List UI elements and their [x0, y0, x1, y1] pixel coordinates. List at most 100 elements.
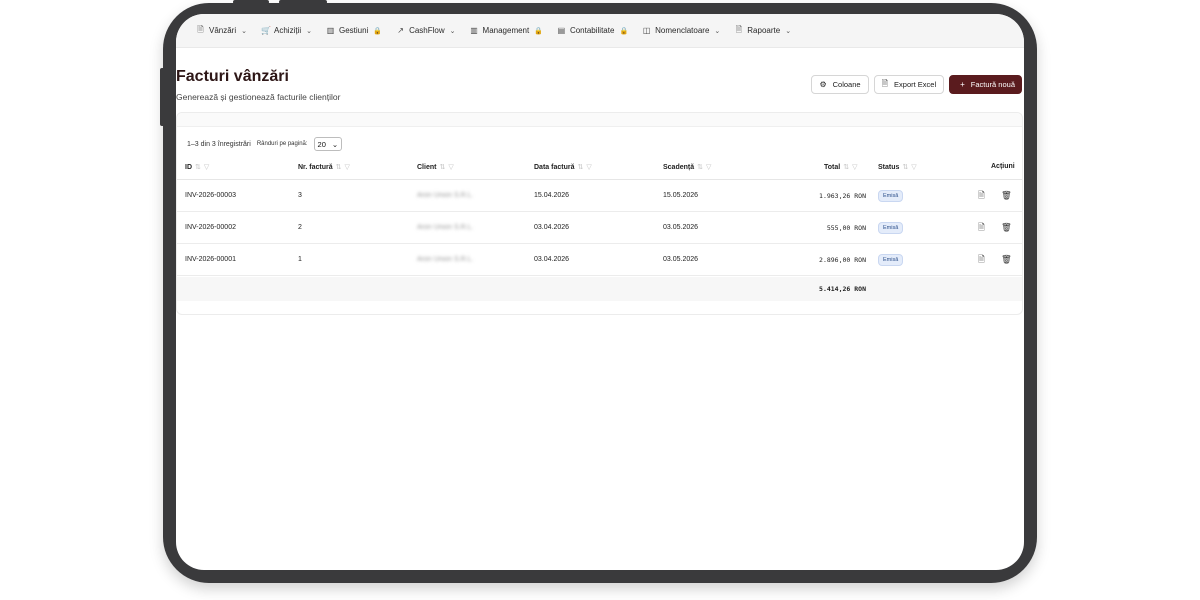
- cell-due: 15.05.2026: [663, 192, 699, 199]
- doc-icon: 🗎: [197, 24, 204, 34]
- document-icon[interactable]: 🗎: [978, 190, 985, 204]
- cart-icon: 🛒: [261, 26, 271, 35]
- nav-label: Management: [482, 26, 530, 35]
- export-label: Export Excel: [894, 80, 937, 89]
- filter-icon[interactable]: ▽: [448, 163, 453, 171]
- header-due[interactable]: Scadență ⇅ ▽: [663, 163, 711, 172]
- nav-item-management[interactable]: ▥ Management 🔒: [470, 26, 543, 35]
- records-count: 1–3 din 3 înregistrări: [187, 140, 251, 148]
- header-label: Client: [417, 163, 437, 171]
- device-button: [279, 0, 327, 4]
- chevron-down-icon: ⌄: [449, 27, 456, 35]
- cell-total: 555,00 RON: [826, 224, 866, 232]
- filter-icon[interactable]: ▽: [852, 163, 857, 171]
- cell-date: 03.04.2026: [534, 224, 570, 231]
- sort-icon[interactable]: ⇅: [843, 163, 849, 171]
- rows-per-page-label: Rânduri pe pagină:: [256, 141, 308, 147]
- status-badge: Emisă: [878, 190, 904, 202]
- nav-item-cashflow[interactable]: ↗ CashFlow ⌄: [396, 26, 455, 35]
- header-label: Data factură: [534, 163, 575, 171]
- trash-icon[interactable]: 🗑: [1001, 190, 1012, 201]
- cell-client: Aron Union S.R.L.: [417, 192, 474, 199]
- sort-icon[interactable]: ⇅: [577, 163, 583, 171]
- rows-per-page-select[interactable]: 20 ⌄: [313, 137, 343, 151]
- nav-item-nomenclatoare[interactable]: ◫ Nomenclatoare ⌄: [642, 26, 720, 35]
- columns-button[interactable]: ⚙ Coloane: [811, 75, 869, 94]
- page-title: Facturi vânzări: [176, 68, 289, 85]
- book-icon: ◫: [642, 26, 651, 35]
- nav-item-vanzari[interactable]: 🗎 Vânzări ⌄: [196, 24, 247, 38]
- cell-due: 03.05.2026: [663, 224, 699, 231]
- chevron-down-icon: ⌄: [306, 27, 312, 35]
- nav-item-gestiuni[interactable]: ▥ Gestiuni 🔒: [326, 26, 382, 35]
- bar-chart-icon: ▥: [326, 26, 335, 35]
- nav-label: Achiziții: [274, 26, 302, 35]
- nav-label: Gestiuni: [339, 26, 369, 35]
- document-icon[interactable]: 🗎: [978, 254, 985, 268]
- header-total[interactable]: Total ⇅ ▽: [824, 163, 857, 172]
- cell-id: INV-2026-00002: [185, 224, 236, 231]
- sort-icon[interactable]: ⇅: [195, 163, 201, 171]
- gear-icon: ⚙: [819, 80, 827, 89]
- new-invoice-label: Factură nouă: [970, 80, 1015, 89]
- cell-id: INV-2026-00003: [185, 192, 236, 199]
- header-label: Nr. factură: [298, 163, 333, 171]
- columns-label: Coloane: [832, 80, 861, 89]
- export-excel-button[interactable]: 🗎 Export Excel: [873, 75, 945, 94]
- pagination-info: 1–3 din 3 înregistrări Rânduri pe pagină…: [187, 137, 343, 151]
- lock-icon: 🔒: [619, 27, 629, 35]
- cell-number: 3: [298, 192, 302, 199]
- chevron-down-icon: ⌄: [241, 27, 247, 35]
- filter-icon[interactable]: ▽: [204, 163, 209, 171]
- filter-icon[interactable]: ▽: [911, 163, 916, 171]
- document-icon[interactable]: 🗎: [978, 222, 985, 236]
- trash-icon[interactable]: 🗑: [1001, 222, 1012, 233]
- nav-label: Nomenclatoare: [655, 26, 710, 35]
- chevron-down-icon: ⌄: [331, 139, 339, 149]
- doc-icon: 🗎: [735, 24, 742, 34]
- sort-icon[interactable]: ⇅: [336, 163, 342, 171]
- header-label: Scadență: [663, 163, 695, 171]
- cell-date: 03.04.2026: [534, 256, 570, 263]
- chevron-down-icon: ⌄: [714, 27, 721, 35]
- filter-icon[interactable]: ▽: [586, 163, 591, 171]
- status-badge: Emisă: [878, 222, 904, 234]
- top-nav: 🗎 Vânzări ⌄ 🛒 Achiziții ⌄ ▥ Gestiuni 🔒 ↗…: [176, 14, 1024, 48]
- device-button: [160, 68, 165, 126]
- header-status[interactable]: Status ⇅ ▽: [878, 163, 917, 172]
- lock-icon: 🔒: [534, 27, 543, 35]
- sort-icon[interactable]: ⇅: [697, 163, 703, 171]
- cell-number: 1: [298, 256, 302, 263]
- cell-due: 03.05.2026: [663, 256, 699, 263]
- header-actions: Acțiuni: [991, 163, 1015, 170]
- sort-icon[interactable]: ⇅: [902, 163, 908, 171]
- nav-item-contabilitate[interactable]: ▤ Contabilitate 🔒: [557, 26, 628, 35]
- filter-icon[interactable]: ▽: [706, 163, 711, 171]
- table-row[interactable]: INV-2026-00003 3 Aron Union S.R.L. 15.04…: [177, 180, 1022, 212]
- app-screen: 🗎 Vânzări ⌄ 🛒 Achiziții ⌄ ▥ Gestiuni 🔒 ↗…: [176, 14, 1024, 570]
- nav-label: Vânzări: [209, 26, 237, 35]
- invoices-table-card: 1–3 din 3 înregistrări Rânduri pe pagină…: [176, 112, 1023, 315]
- header-label: ID: [185, 163, 192, 171]
- rows-per-page-value: 20: [317, 139, 326, 149]
- header-actions: ⚙ Coloane 🗎 Export Excel + Factură nouă: [811, 75, 1022, 94]
- card-toolbar: [177, 113, 1022, 127]
- header-id[interactable]: ID ⇅ ▽: [185, 163, 209, 172]
- table-row[interactable]: INV-2026-00002 2 Aron Union S.R.L. 03.04…: [177, 212, 1022, 244]
- filter-icon[interactable]: ▽: [345, 163, 350, 171]
- header-client[interactable]: Client ⇅ ▽: [417, 163, 454, 172]
- table-row[interactable]: INV-2026-00001 1 Aron Union S.R.L. 03.04…: [177, 244, 1022, 276]
- header-number[interactable]: Nr. factură ⇅ ▽: [298, 163, 350, 172]
- trash-icon[interactable]: 🗑: [1001, 254, 1012, 265]
- new-invoice-button[interactable]: + Factură nouă: [949, 75, 1022, 94]
- status-badge: Emisă: [878, 254, 904, 266]
- nav-item-rapoarte[interactable]: 🗎 Rapoarte ⌄: [734, 24, 792, 38]
- cell-id: INV-2026-00001: [185, 256, 236, 263]
- trend-icon: ↗: [397, 26, 404, 35]
- nav-item-achizitii[interactable]: 🛒 Achiziții ⌄: [261, 26, 312, 35]
- header-date[interactable]: Data factură ⇅ ▽: [534, 163, 592, 172]
- cell-client: Aron Union S.R.L.: [417, 224, 474, 231]
- sort-icon[interactable]: ⇅: [439, 163, 445, 171]
- totals-row: 5.414,26 RON: [177, 277, 1022, 301]
- ledger-icon: ▤: [557, 26, 566, 35]
